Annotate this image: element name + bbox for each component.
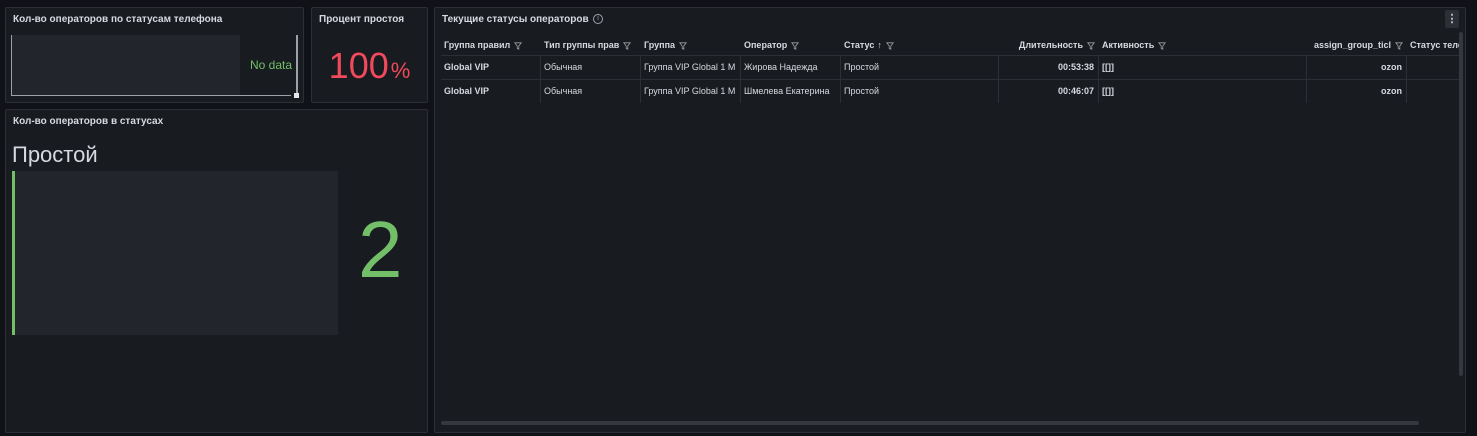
filter-icon[interactable] [885, 42, 894, 50]
filter-icon[interactable] [623, 42, 632, 50]
column-label: Группа [644, 40, 676, 50]
column-header-rule-group[interactable]: Группа правил [441, 36, 541, 55]
sort-asc-icon[interactable]: ↑ [877, 40, 882, 50]
plot-area [12, 35, 240, 95]
stat-unit: % [390, 58, 411, 83]
cell-operator: Жирова Надежда [741, 56, 841, 79]
cell-assign-group: ozon [1307, 80, 1407, 103]
cell-phone-status [1407, 56, 1463, 79]
column-label: Группа правил [444, 40, 511, 50]
cell-group: Группа VIP Global 1 М [641, 56, 741, 79]
operator-count-value: 2 [358, 205, 403, 294]
column-header-group[interactable]: Группа [641, 36, 741, 55]
vertical-scrollbar[interactable] [296, 35, 298, 93]
column-header-assign-group[interactable]: assign_group_ticl [1307, 36, 1407, 55]
column-header-phone-status[interactable]: Статус теле [1407, 36, 1463, 55]
column-header-activity[interactable]: Активность [1099, 36, 1307, 55]
phone-status-panel: Кол-во операторов по статусам телефона N… [5, 7, 304, 103]
status-label: Простой [12, 142, 98, 167]
panel-title: Кол-во операторов в статусах [13, 116, 164, 127]
column-label: assign_group_ticl [1313, 40, 1391, 50]
horizontal-scrollbar[interactable] [441, 421, 1419, 425]
filter-icon[interactable] [1158, 42, 1167, 50]
y-axis [11, 35, 12, 96]
cell-group: Группа VIP Global 1 М [641, 80, 741, 103]
column-label: Активность [1102, 40, 1155, 50]
panel-title: Кол-во операторов по статусам телефона [13, 14, 223, 25]
panel-title: Процент простоя [319, 14, 405, 25]
operators-in-status-panel: Кол-во операторов в статусах Простой 2 [5, 109, 428, 433]
no-data-label: No data [250, 58, 293, 72]
filter-icon[interactable] [1087, 42, 1095, 50]
cell-rule-group: Global VIP [441, 56, 541, 79]
filter-icon[interactable] [514, 42, 523, 50]
table-row[interactable]: Global VIP Обычная Группа VIP Global 1 М… [441, 79, 1463, 104]
stat-value: 100 [328, 45, 389, 86]
cell-activity: [[]] [1099, 56, 1307, 79]
table-row[interactable]: Global VIP Обычная Группа VIP Global 1 М… [441, 55, 1463, 80]
table-header: Группа правил Тип группы прав Группа Опе… [441, 36, 1463, 55]
cell-group-type: Обычная [541, 80, 641, 103]
cell-group-type: Обычная [541, 56, 641, 79]
panel-menu-button[interactable]: ⋮ [1445, 10, 1459, 28]
resize-handle[interactable] [294, 93, 299, 98]
filter-icon[interactable] [791, 42, 800, 50]
vertical-scrollbar[interactable] [1459, 32, 1463, 376]
x-axis [11, 95, 291, 96]
cell-assign-group: ozon [1307, 56, 1407, 79]
current-statuses-panel: Текущие статусы операторов i ⋮ Группа пр… [434, 7, 1466, 433]
cell-status: Простой [841, 56, 999, 79]
column-label: Длительность [1018, 40, 1083, 50]
column-header-status[interactable]: Статус ↑ [841, 36, 999, 55]
column-label: Оператор [744, 40, 788, 50]
bar-gauge-fill [12, 171, 15, 335]
cell-duration: 00:46:07 [999, 80, 1099, 103]
column-label: Тип группы прав [544, 40, 620, 50]
info-icon[interactable]: i [593, 14, 603, 24]
idle-percent-panel: Процент простоя 100% [311, 7, 428, 103]
cell-activity: [[]] [1099, 80, 1307, 103]
column-label: Статус теле [1410, 40, 1463, 50]
column-label: Статус [844, 40, 875, 50]
panel-title: Текущие статусы операторов [442, 14, 589, 25]
cell-rule-group: Global VIP [441, 80, 541, 103]
cell-phone-status [1407, 80, 1463, 103]
idle-percent-stat: 100% [312, 46, 427, 91]
filter-icon[interactable] [1395, 42, 1403, 50]
cell-operator: Шмелева Екатерина [741, 80, 841, 103]
bar-gauge-background [12, 171, 338, 335]
column-header-duration[interactable]: Длительность [999, 36, 1099, 55]
filter-icon[interactable] [679, 42, 688, 50]
column-header-operator[interactable]: Оператор [741, 36, 841, 55]
column-header-group-type[interactable]: Тип группы прав [541, 36, 641, 55]
cell-status: Простой [841, 80, 999, 103]
cell-duration: 00:53:38 [999, 56, 1099, 79]
